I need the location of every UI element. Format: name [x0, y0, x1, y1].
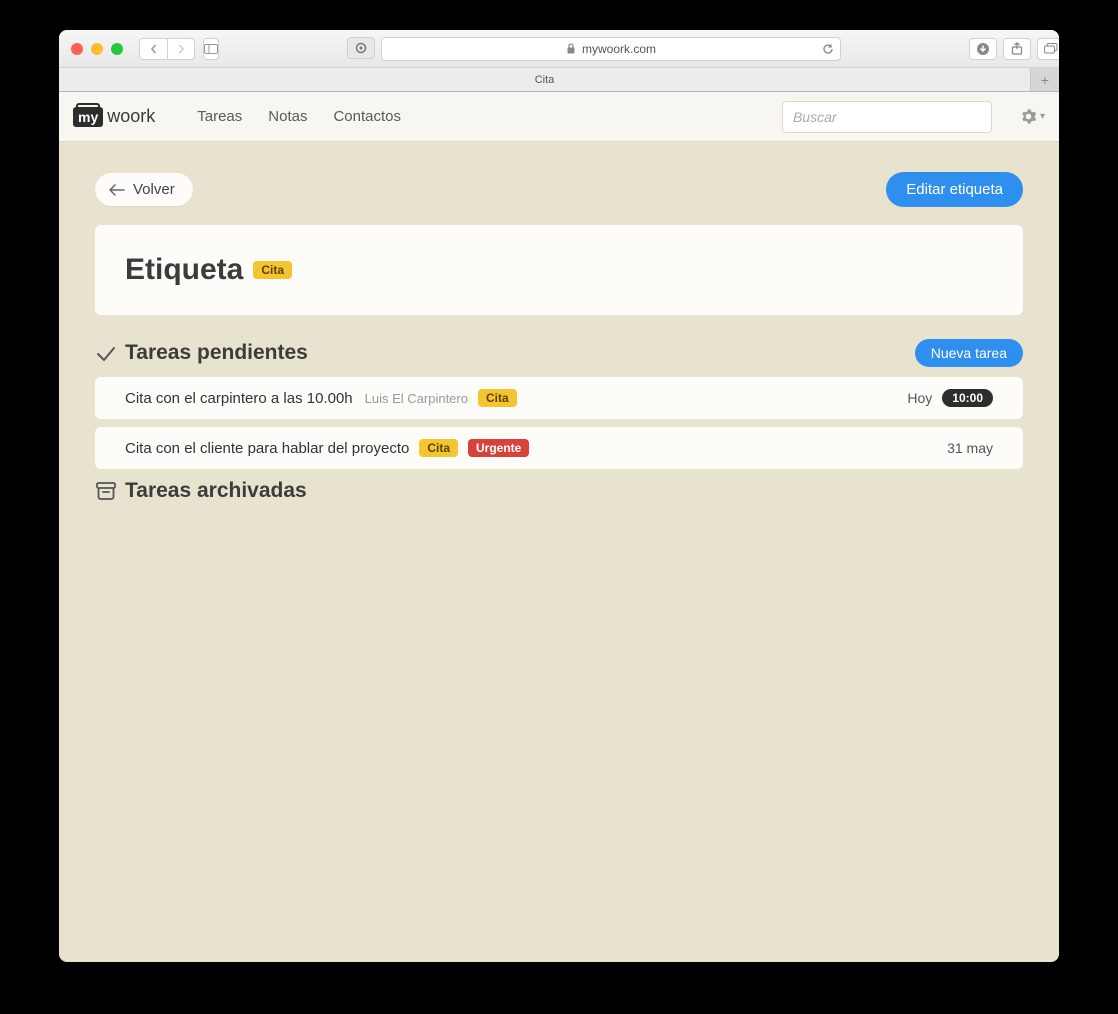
archive-icon — [95, 481, 115, 501]
minimize-window-icon[interactable] — [91, 43, 103, 55]
task-row[interactable]: Cita con el cliente para hablar del proy… — [95, 427, 1023, 469]
app-navbar: my woork Tareas Notas Contactos ▾ — [59, 92, 1059, 142]
sidebar-toggle-button[interactable] — [203, 38, 219, 60]
downloads-button[interactable] — [969, 38, 997, 60]
maximize-window-icon[interactable] — [111, 43, 123, 55]
url-text: mywoork.com — [582, 42, 656, 56]
check-icon — [95, 343, 115, 363]
task-assignee: Luis El Carpintero — [365, 391, 468, 406]
browser-tab-bar: Cita + — [59, 68, 1059, 92]
lock-icon — [566, 43, 576, 54]
logo-badge: my — [73, 107, 103, 127]
new-tab-button[interactable]: + — [1031, 68, 1059, 91]
task-tag: Cita — [419, 439, 458, 457]
task-time-badge: 10:00 — [942, 389, 993, 407]
tag-header-card: Etiqueta Cita — [95, 225, 1023, 315]
nav-links: Tareas Notas Contactos — [197, 108, 401, 125]
task-title: Cita con el cliente para hablar del proy… — [125, 440, 409, 457]
nav-link-tareas[interactable]: Tareas — [197, 108, 242, 125]
browser-toolbar: mywoork.com — [59, 30, 1059, 68]
site-settings-button[interactable] — [347, 37, 375, 59]
reload-icon[interactable] — [822, 43, 834, 55]
address-bar[interactable]: mywoork.com — [381, 37, 841, 61]
task-date: 31 may — [947, 440, 993, 456]
browser-forward-button[interactable] — [167, 38, 195, 60]
nav-back-forward — [139, 38, 195, 60]
pending-section-title: Tareas pendientes — [95, 341, 308, 365]
app-logo[interactable]: my woork — [73, 106, 155, 127]
share-button[interactable] — [1003, 38, 1031, 60]
title-text: Etiqueta — [125, 253, 243, 287]
page-actions: Volver Editar etiqueta — [95, 172, 1023, 207]
edit-tag-button[interactable]: Editar etiqueta — [886, 172, 1023, 207]
address-bar-wrap: mywoork.com — [347, 37, 841, 61]
pending-section-header: Tareas pendientes Nueva tarea — [95, 339, 1023, 367]
arrow-left-icon — [109, 184, 125, 196]
new-task-button[interactable]: Nueva tarea — [915, 339, 1023, 367]
tasks-list: Cita con el carpintero a las 10.00h Luis … — [95, 377, 1023, 469]
search-input[interactable] — [782, 101, 992, 133]
task-row[interactable]: Cita con el carpintero a las 10.00h Luis … — [95, 377, 1023, 419]
logo-text: woork — [107, 106, 155, 127]
back-button[interactable]: Volver — [95, 173, 193, 206]
task-title: Cita con el carpintero a las 10.00h — [125, 390, 353, 407]
pending-title-text: Tareas pendientes — [125, 341, 308, 365]
browser-tab[interactable]: Cita — [59, 68, 1031, 91]
page-title: Etiqueta Cita — [125, 253, 993, 287]
title-tag: Cita — [253, 261, 292, 279]
task-tag: Cita — [478, 389, 517, 407]
page-content: Volver Editar etiqueta Etiqueta Cita Tar… — [59, 142, 1059, 962]
nav-link-notas[interactable]: Notas — [268, 108, 307, 125]
tabs-button[interactable] — [1037, 38, 1059, 60]
chevron-down-icon: ▾ — [1040, 111, 1045, 122]
task-tag: Urgente — [468, 439, 529, 457]
browser-back-button[interactable] — [139, 38, 167, 60]
settings-menu[interactable]: ▾ — [1020, 108, 1045, 125]
back-label: Volver — [133, 181, 175, 198]
tab-title: Cita — [535, 74, 555, 86]
close-window-icon[interactable] — [71, 43, 83, 55]
task-date: Hoy — [907, 390, 932, 406]
browser-window: mywoork.com Cita + my — [59, 30, 1059, 962]
window-controls — [71, 43, 123, 55]
archived-section-header: Tareas archivadas — [95, 479, 1023, 503]
nav-link-contactos[interactable]: Contactos — [333, 108, 401, 125]
gear-icon — [1020, 108, 1037, 125]
archived-title-text: Tareas archivadas — [125, 479, 307, 503]
browser-right-buttons — [969, 38, 1059, 60]
